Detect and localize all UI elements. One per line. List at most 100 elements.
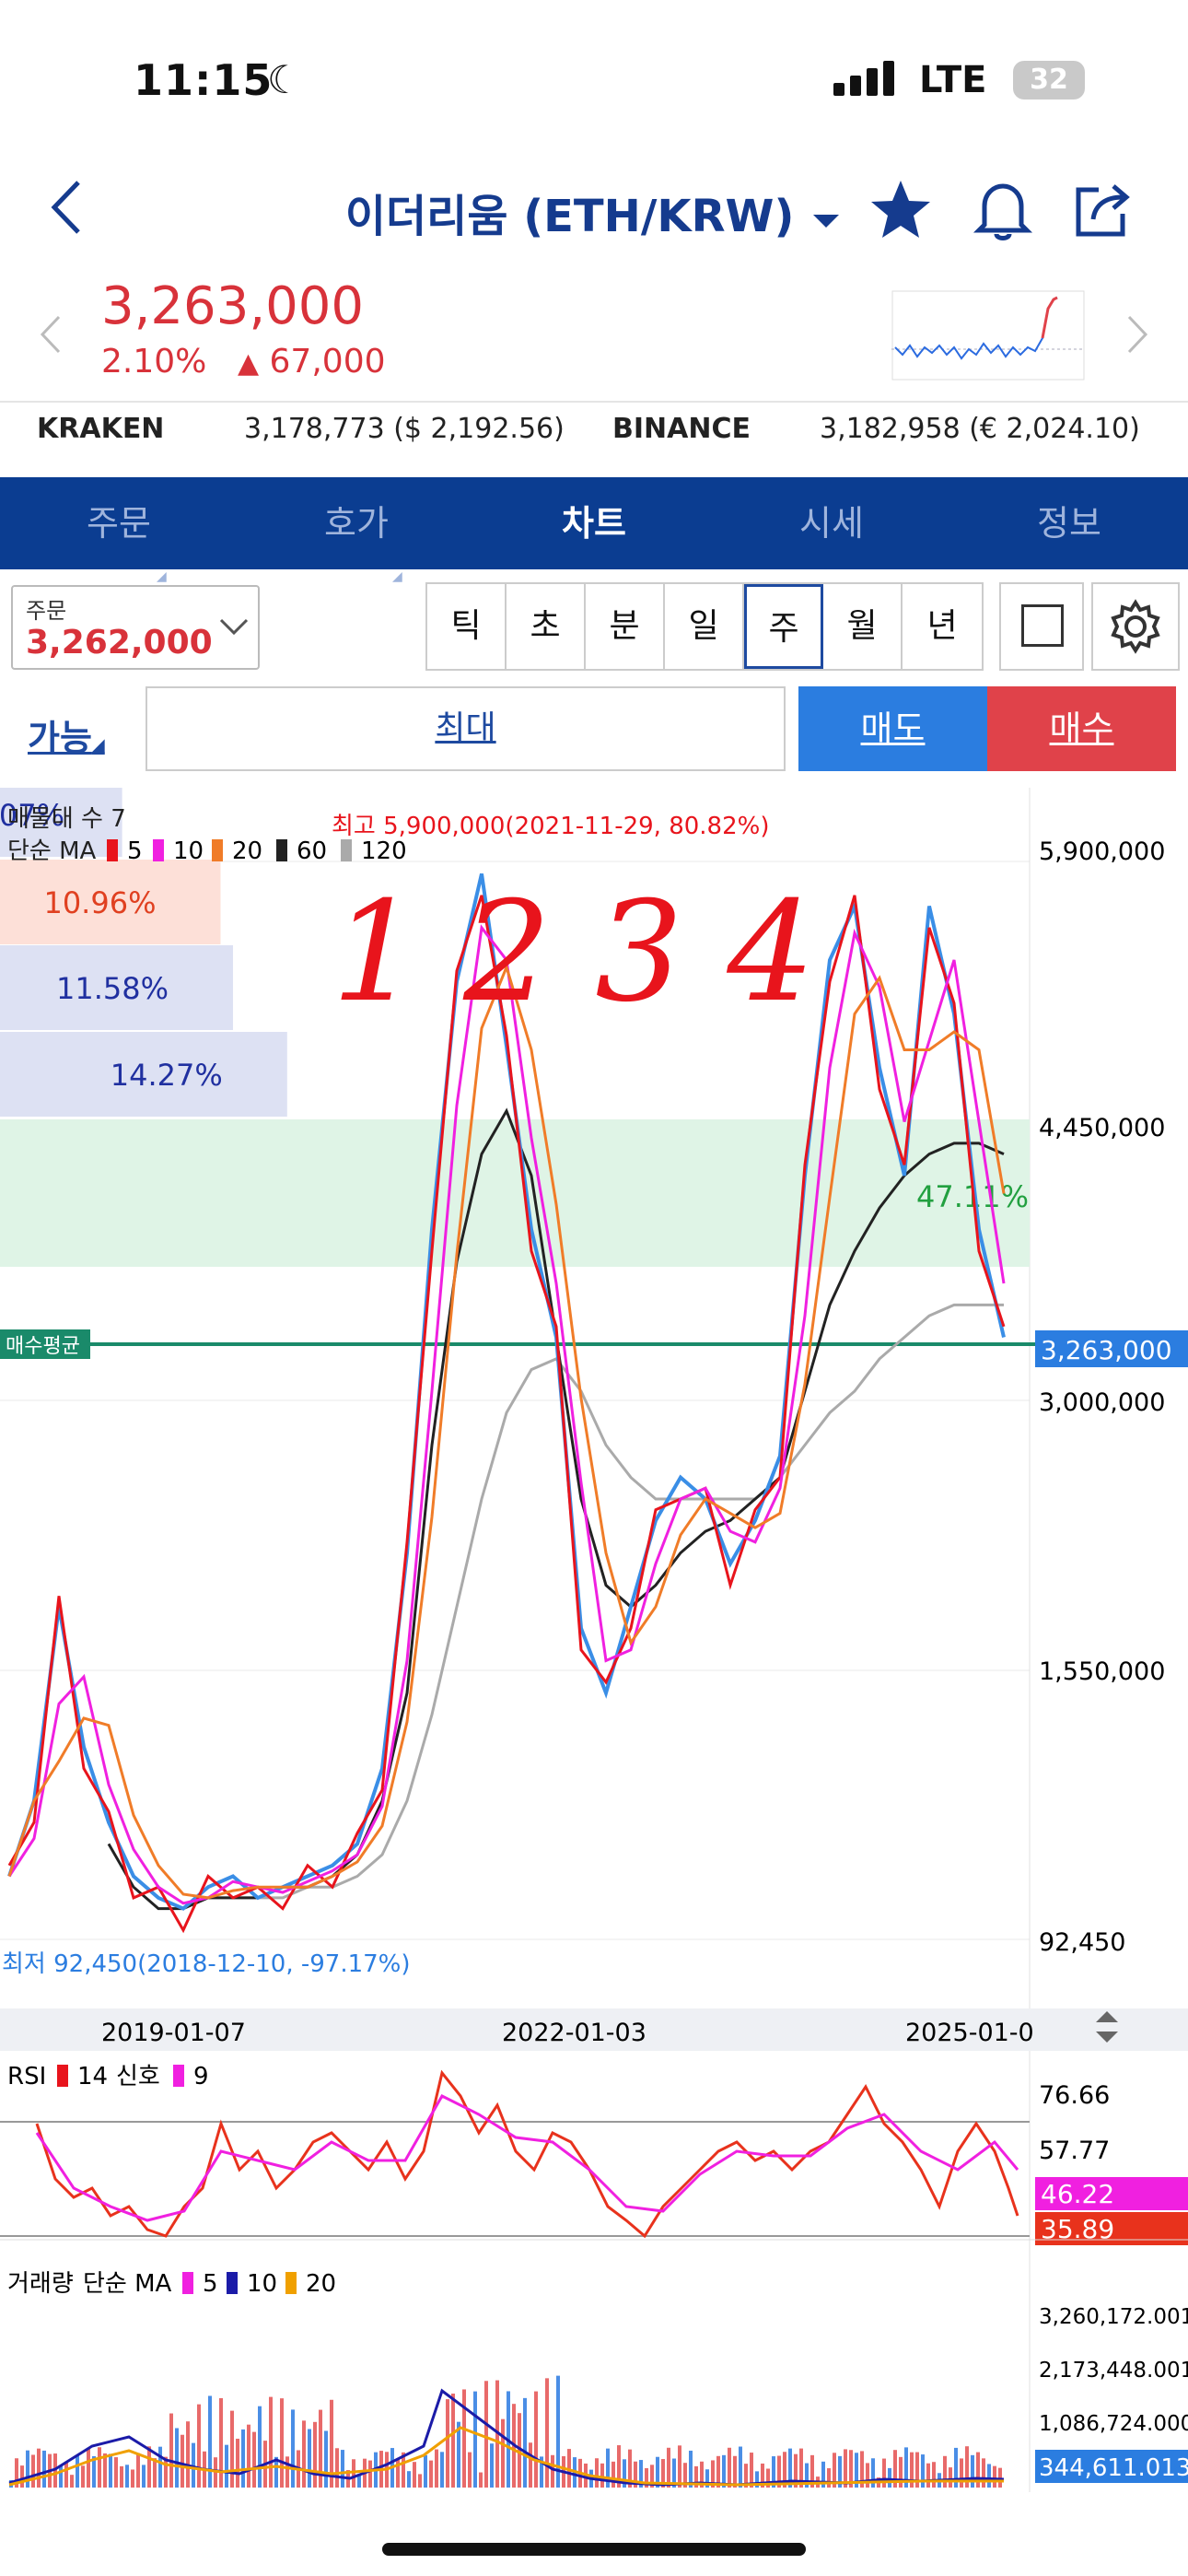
settings-gear-icon[interactable] <box>1091 582 1180 671</box>
volume-bar <box>424 2454 427 2488</box>
screen: { "status": {"time": "11:15", "network":… <box>0 0 1188 2576</box>
volume-bar <box>611 2461 615 2488</box>
current-price-tag: 3,263,000 <box>1041 1335 1172 1365</box>
period-year[interactable]: 년 <box>903 584 982 669</box>
network-label: LTE <box>919 59 987 101</box>
ma5-legend: 5 <box>127 837 143 865</box>
tab-market[interactable]: 시세 <box>713 477 950 569</box>
prev-icon[interactable] <box>37 313 64 356</box>
volume-bar <box>440 2452 444 2488</box>
change-percent: 2.10% <box>101 343 207 381</box>
period-second[interactable]: 초 <box>507 584 586 669</box>
square-icon <box>1021 604 1064 647</box>
period-month[interactable]: 월 <box>823 584 903 669</box>
volume-bar <box>169 2413 173 2488</box>
sell-button[interactable]: 매도 <box>798 686 987 771</box>
avg-buy-label: 매수평균 <box>6 1335 80 1358</box>
volume-bar <box>667 2447 670 2488</box>
volume-bar <box>396 2458 400 2488</box>
volume-bar <box>926 2463 930 2488</box>
price-chart[interactable]: 2.98%7.03%6.07%10.96%11.58%14.27%47.11% … <box>0 788 1188 2492</box>
volume-bar <box>484 2381 488 2488</box>
tab-label: 주문 <box>87 503 151 544</box>
tab-order[interactable]: 주문 ◢ <box>0 477 238 584</box>
volume-bar <box>534 2391 538 2488</box>
volume-bar <box>943 2455 947 2488</box>
buy-button[interactable]: 매수 <box>987 686 1176 771</box>
rsi-period: 14 <box>77 2063 108 2090</box>
volume-bar <box>98 2447 101 2488</box>
volume-bar <box>429 2460 433 2488</box>
volume-bar <box>341 2450 344 2488</box>
share-icon[interactable] <box>1071 177 1134 241</box>
volume-bar <box>230 2410 234 2488</box>
volume-bar <box>888 2467 891 2488</box>
y-tick-3: 3,000,000 <box>1039 1388 1165 1417</box>
period-tick[interactable]: 틱 <box>427 584 507 669</box>
vma10-swatch <box>227 2272 238 2294</box>
volume-bar <box>949 2467 952 2488</box>
available-toggle[interactable]: 가능◢ <box>28 709 105 760</box>
low-label: 최저 92,450(2018-12-10, -97.17%) <box>2 1950 411 1978</box>
order-price-select[interactable]: 주문 3,262,000 <box>11 585 260 670</box>
volume-current: 344,611.013 <box>1039 2454 1188 2482</box>
volume-bar <box>529 2442 532 2488</box>
favorite-star-icon[interactable] <box>868 177 934 241</box>
period-day[interactable]: 일 <box>665 584 744 669</box>
ma60-swatch <box>276 839 287 861</box>
volume-bar <box>993 2465 996 2488</box>
volume-bar <box>308 2429 311 2488</box>
signal-icon <box>833 61 894 96</box>
ma10-legend: 10 <box>173 837 204 865</box>
profile-legend: 매물대 수 7 <box>7 805 126 833</box>
volume-panel: 거래량 단순 MA 5 10 20 3,260,172.001 2,173,44… <box>0 2239 1188 2488</box>
volume-bars <box>9 2375 1002 2488</box>
volume-bar <box>750 2453 753 2488</box>
tab-info[interactable]: 정보 <box>950 477 1188 569</box>
volume-bar <box>285 2456 289 2488</box>
profile-pct: 14.27% <box>111 1058 223 1093</box>
volume-bar <box>523 2397 527 2488</box>
ma60-legend: 60 <box>297 837 327 865</box>
volume-bar <box>280 2398 284 2488</box>
ma120-line <box>208 1303 1004 1900</box>
rsi-tick-2: 57.77 <box>1039 2137 1110 2165</box>
home-indicator[interactable] <box>382 2543 806 2556</box>
volume-bar <box>269 2396 273 2488</box>
volume-bar <box>42 2450 46 2488</box>
ma20-swatch <box>212 839 223 861</box>
rsi-signal-value: 46.22 <box>1041 2179 1114 2209</box>
tab-label: 차트 <box>562 503 626 544</box>
change-amount: 67,000 <box>269 343 386 381</box>
tab-label: 시세 <box>799 503 864 544</box>
corner-caret-icon: ◢ <box>392 569 402 584</box>
period-minute[interactable]: 분 <box>586 584 665 669</box>
volume-bar <box>181 2434 184 2488</box>
hand-annotation: 1 2 3 4 <box>332 872 815 1033</box>
volume-bar <box>37 2448 41 2488</box>
vma20-legend: 20 <box>306 2270 336 2298</box>
caret-down-icon[interactable] <box>809 209 843 231</box>
volume-bar <box>921 2454 925 2488</box>
caret-icon: ◢ <box>91 735 105 755</box>
profile-pct: 11.58% <box>56 971 169 1006</box>
mini-chart[interactable] <box>891 290 1085 381</box>
ma10-swatch <box>153 839 164 861</box>
next-icon[interactable] <box>1124 313 1151 356</box>
current-price: 3,263,000 <box>101 276 365 336</box>
volume-bar <box>595 2458 599 2488</box>
fullscreen-button[interactable] <box>999 582 1084 671</box>
rsi-signal-period: 9 <box>193 2063 209 2090</box>
bell-icon[interactable] <box>972 177 1034 243</box>
tab-orderbook[interactable]: 호가 ◢ <box>238 477 475 584</box>
y-tick-1: 5,900,000 <box>1039 837 1165 866</box>
tab-label: 호가 <box>324 503 389 544</box>
vol-tick-2: 2,173,448.001 <box>1039 2359 1188 2383</box>
exchange-kraken-value: 3,178,773 ($ 2,192.56) <box>244 413 565 445</box>
period-week[interactable]: 주 <box>744 584 823 669</box>
max-button[interactable]: 최대 <box>146 686 786 771</box>
tab-chart[interactable]: 차트 <box>475 477 713 569</box>
volume-bar <box>147 2446 151 2488</box>
volume-bar <box>932 2462 936 2488</box>
vma10-legend: 10 <box>247 2270 277 2298</box>
